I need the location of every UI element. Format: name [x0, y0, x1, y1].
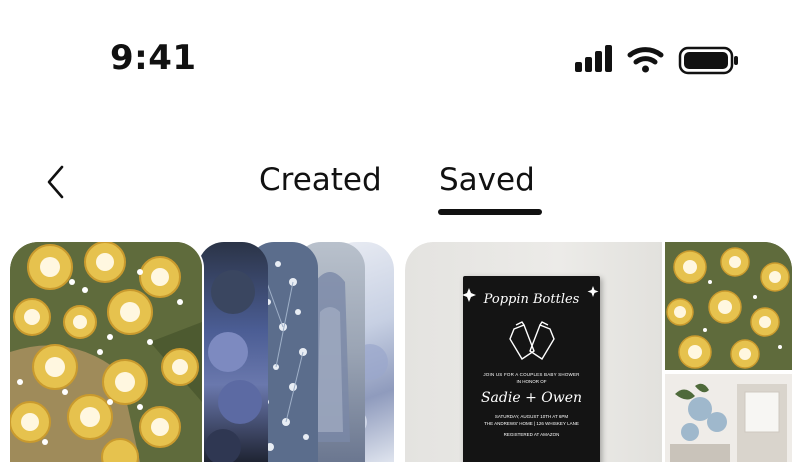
invitation-names: Sadie + Owen [480, 390, 583, 406]
lemon-gypsophila-photo [665, 242, 792, 370]
invitation-line5: REGISTERED AT AMAZON [503, 432, 560, 437]
status-icons [575, 45, 738, 75]
status-time: 9:41 [110, 38, 197, 78]
chevron-left-icon [47, 165, 64, 199]
tab-created[interactable]: Created [259, 162, 382, 198]
active-tab-indicator [438, 209, 542, 215]
blue-flowers-photo [198, 242, 268, 462]
board-collage-right[interactable]: Poppin Bottles JOIN US FOR A COUPLES BAB… [405, 242, 792, 462]
board-collage-left[interactable] [10, 242, 394, 462]
battery-icon [678, 46, 738, 75]
tab-saved[interactable]: Saved [439, 162, 535, 198]
invitation-line3: SATURDAY, AUGUST 10TH AT 6PM [494, 414, 569, 419]
invitation-line2: IN HONOR OF [516, 379, 547, 384]
sparkle-icon [462, 286, 599, 302]
baby-shower-decor-photo [665, 374, 792, 462]
invitation-line1: JOIN US FOR A COUPLES BABY SHOWER [483, 372, 580, 377]
cellular-signal-icon [575, 45, 612, 72]
invitation-card-photo: Poppin Bottles JOIN US FOR A COUPLES BAB… [405, 242, 662, 462]
wifi-icon [627, 47, 664, 73]
back-button[interactable] [36, 160, 76, 204]
invitation-line4: THE ANDREWS' HOME | 126 WHISKEY LANE [484, 421, 579, 426]
lemon-gypsophila-photo [10, 242, 202, 462]
